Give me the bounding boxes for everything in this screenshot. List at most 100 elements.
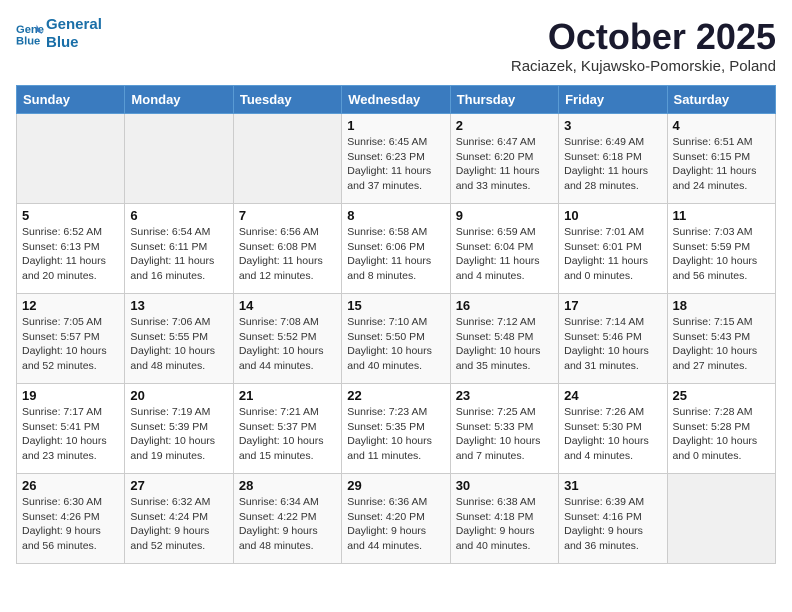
- svg-text:General: General: [16, 24, 44, 36]
- calendar-cell: 2Sunrise: 6:47 AM Sunset: 6:20 PM Daylig…: [450, 114, 558, 204]
- calendar-cell: 22 Sunrise: 7:23 AM Sunset: 5:35 PM Dayli…: [342, 384, 450, 474]
- day-number: 29: [347, 478, 444, 493]
- calendar-cell: 25 Sunrise: 7:28 AM Sunset: 5:28 PM Dayli…: [667, 384, 775, 474]
- calendar-cell: 30Sunrise: 6:38 AM Sunset: 4:18 PM Dayli…: [450, 474, 558, 564]
- calendar-cell: 19Sunrise: 7:17 AM Sunset: 5:41 PM Dayli…: [17, 384, 125, 474]
- day-number: 20: [130, 388, 227, 403]
- day-info: Sunrise: 7:01 AM Sunset: 6:01 PM Dayligh…: [564, 225, 661, 284]
- svg-text:Blue: Blue: [16, 35, 40, 47]
- calendar-cell: 24 Sunrise: 7:26 AM Sunset: 5:30 PM Dayli…: [559, 384, 667, 474]
- day-number: 2: [456, 118, 553, 133]
- day-number: 6: [130, 208, 227, 223]
- logo-general: General: [46, 16, 102, 34]
- day-info: Sunrise: 7:10 AM Sunset: 5:50 PM Dayligh…: [347, 315, 444, 374]
- header-wednesday: Wednesday: [342, 86, 450, 114]
- day-number: 14: [239, 298, 336, 313]
- day-info: Sunrise: 7:26 AM Sunset: 5:30 PM Dayligh…: [564, 405, 661, 464]
- week-row-3: 12 Sunrise: 7:05 AM Sunset: 5:57 PM Dayli…: [17, 294, 776, 384]
- day-number: 22: [347, 388, 444, 403]
- day-info: Sunrise: 7:15 AM Sunset: 5:43 PM Dayligh…: [673, 315, 770, 374]
- day-number: 8: [347, 208, 444, 223]
- calendar-cell: 31Sunrise: 6:39 AM Sunset: 4:16 PM Dayli…: [559, 474, 667, 564]
- day-info: Sunrise: 6:49 AM Sunset: 6:18 PM Dayligh…: [564, 135, 661, 194]
- calendar-cell: 1 Sunrise: 6:45 AM Sunset: 6:23 PM Daylig…: [342, 114, 450, 204]
- week-row-2: 5 Sunrise: 6:52 AM Sunset: 6:13 PM Daylig…: [17, 204, 776, 294]
- day-info: Sunrise: 6:51 AM Sunset: 6:15 PM Dayligh…: [673, 135, 770, 194]
- day-number: 5: [22, 208, 119, 223]
- calendar-cell: 4 Sunrise: 6:51 AM Sunset: 6:15 PM Daylig…: [667, 114, 775, 204]
- header-friday: Friday: [559, 86, 667, 114]
- calendar-cell: 28Sunrise: 6:34 AM Sunset: 4:22 PM Dayli…: [233, 474, 341, 564]
- day-number: 12: [22, 298, 119, 313]
- calendar-cell: 9Sunrise: 6:59 AM Sunset: 6:04 PM Daylig…: [450, 204, 558, 294]
- day-number: 9: [456, 208, 553, 223]
- calendar-cell: 14 Sunrise: 7:08 AM Sunset: 5:52 PM Dayli…: [233, 294, 341, 384]
- day-info: Sunrise: 7:12 AM Sunset: 5:48 PM Dayligh…: [456, 315, 553, 374]
- header-sunday: Sunday: [17, 86, 125, 114]
- day-number: 18: [673, 298, 770, 313]
- day-number: 1: [347, 118, 444, 133]
- calendar-cell: 10 Sunrise: 7:01 AM Sunset: 6:01 PM Dayli…: [559, 204, 667, 294]
- day-number: 28: [239, 478, 336, 493]
- calendar-cell: 29 Sunrise: 6:36 AM Sunset: 4:20 PM Dayli…: [342, 474, 450, 564]
- week-row-5: 26Sunrise: 6:30 AM Sunset: 4:26 PM Dayli…: [17, 474, 776, 564]
- day-number: 24: [564, 388, 661, 403]
- day-info: Sunrise: 7:06 AM Sunset: 5:55 PM Dayligh…: [130, 315, 227, 374]
- calendar-cell: 15 Sunrise: 7:10 AM Sunset: 5:50 PM Dayli…: [342, 294, 450, 384]
- day-info: Sunrise: 6:58 AM Sunset: 6:06 PM Dayligh…: [347, 225, 444, 284]
- week-row-4: 19Sunrise: 7:17 AM Sunset: 5:41 PM Dayli…: [17, 384, 776, 474]
- day-info: Sunrise: 7:14 AM Sunset: 5:46 PM Dayligh…: [564, 315, 661, 374]
- day-number: 21: [239, 388, 336, 403]
- calendar-cell: 16 Sunrise: 7:12 AM Sunset: 5:48 PM Dayli…: [450, 294, 558, 384]
- header-tuesday: Tuesday: [233, 86, 341, 114]
- calendar-cell: 27 Sunrise: 6:32 AM Sunset: 4:24 PM Dayli…: [125, 474, 233, 564]
- day-info: Sunrise: 6:32 AM Sunset: 4:24 PM Dayligh…: [130, 495, 227, 554]
- calendar-body: 1 Sunrise: 6:45 AM Sunset: 6:23 PM Daylig…: [17, 114, 776, 564]
- location-subtitle: Raciazek, Kujawsko-Pomorskie, Poland: [511, 58, 776, 75]
- logo-icon: General Blue: [16, 20, 44, 48]
- day-number: 25: [673, 388, 770, 403]
- day-info: Sunrise: 7:28 AM Sunset: 5:28 PM Dayligh…: [673, 405, 770, 464]
- day-number: 15: [347, 298, 444, 313]
- header-thursday: Thursday: [450, 86, 558, 114]
- day-info: Sunrise: 7:03 AM Sunset: 5:59 PM Dayligh…: [673, 225, 770, 284]
- calendar-cell: 23 Sunrise: 7:25 AM Sunset: 5:33 PM Dayli…: [450, 384, 558, 474]
- day-info: Sunrise: 7:19 AM Sunset: 5:39 PM Dayligh…: [130, 405, 227, 464]
- day-number: 17: [564, 298, 661, 313]
- day-number: 26: [22, 478, 119, 493]
- day-info: Sunrise: 7:23 AM Sunset: 5:35 PM Dayligh…: [347, 405, 444, 464]
- calendar-cell: 6 Sunrise: 6:54 AM Sunset: 6:11 PM Daylig…: [125, 204, 233, 294]
- day-info: Sunrise: 7:08 AM Sunset: 5:52 PM Dayligh…: [239, 315, 336, 374]
- calendar-cell: 11 Sunrise: 7:03 AM Sunset: 5:59 PM Dayli…: [667, 204, 775, 294]
- day-number: 16: [456, 298, 553, 313]
- day-info: Sunrise: 6:36 AM Sunset: 4:20 PM Dayligh…: [347, 495, 444, 554]
- page-header: General Blue General Blue October 2025 R…: [16, 16, 776, 75]
- day-number: 23: [456, 388, 553, 403]
- calendar-cell: [125, 114, 233, 204]
- calendar-cell: 3Sunrise: 6:49 AM Sunset: 6:18 PM Daylig…: [559, 114, 667, 204]
- calendar-cell: 5 Sunrise: 6:52 AM Sunset: 6:13 PM Daylig…: [17, 204, 125, 294]
- day-number: 11: [673, 208, 770, 223]
- day-number: 10: [564, 208, 661, 223]
- calendar-cell: 26Sunrise: 6:30 AM Sunset: 4:26 PM Dayli…: [17, 474, 125, 564]
- logo: General Blue General Blue: [16, 16, 102, 52]
- day-number: 31: [564, 478, 661, 493]
- week-row-1: 1 Sunrise: 6:45 AM Sunset: 6:23 PM Daylig…: [17, 114, 776, 204]
- day-info: Sunrise: 6:52 AM Sunset: 6:13 PM Dayligh…: [22, 225, 119, 284]
- day-info: Sunrise: 6:38 AM Sunset: 4:18 PM Dayligh…: [456, 495, 553, 554]
- day-number: 7: [239, 208, 336, 223]
- logo-blue: Blue: [46, 34, 102, 52]
- calendar-cell: 8 Sunrise: 6:58 AM Sunset: 6:06 PM Daylig…: [342, 204, 450, 294]
- day-info: Sunrise: 6:45 AM Sunset: 6:23 PM Dayligh…: [347, 135, 444, 194]
- day-info: Sunrise: 7:25 AM Sunset: 5:33 PM Dayligh…: [456, 405, 553, 464]
- day-info: Sunrise: 7:05 AM Sunset: 5:57 PM Dayligh…: [22, 315, 119, 374]
- header-saturday: Saturday: [667, 86, 775, 114]
- day-info: Sunrise: 6:54 AM Sunset: 6:11 PM Dayligh…: [130, 225, 227, 284]
- calendar-cell: 17 Sunrise: 7:14 AM Sunset: 5:46 PM Dayli…: [559, 294, 667, 384]
- calendar-cell: 18 Sunrise: 7:15 AM Sunset: 5:43 PM Dayli…: [667, 294, 775, 384]
- day-number: 27: [130, 478, 227, 493]
- calendar-cell: 13Sunrise: 7:06 AM Sunset: 5:55 PM Dayli…: [125, 294, 233, 384]
- day-number: 4: [673, 118, 770, 133]
- calendar-cell: [233, 114, 341, 204]
- calendar-cell: 7Sunrise: 6:56 AM Sunset: 6:08 PM Daylig…: [233, 204, 341, 294]
